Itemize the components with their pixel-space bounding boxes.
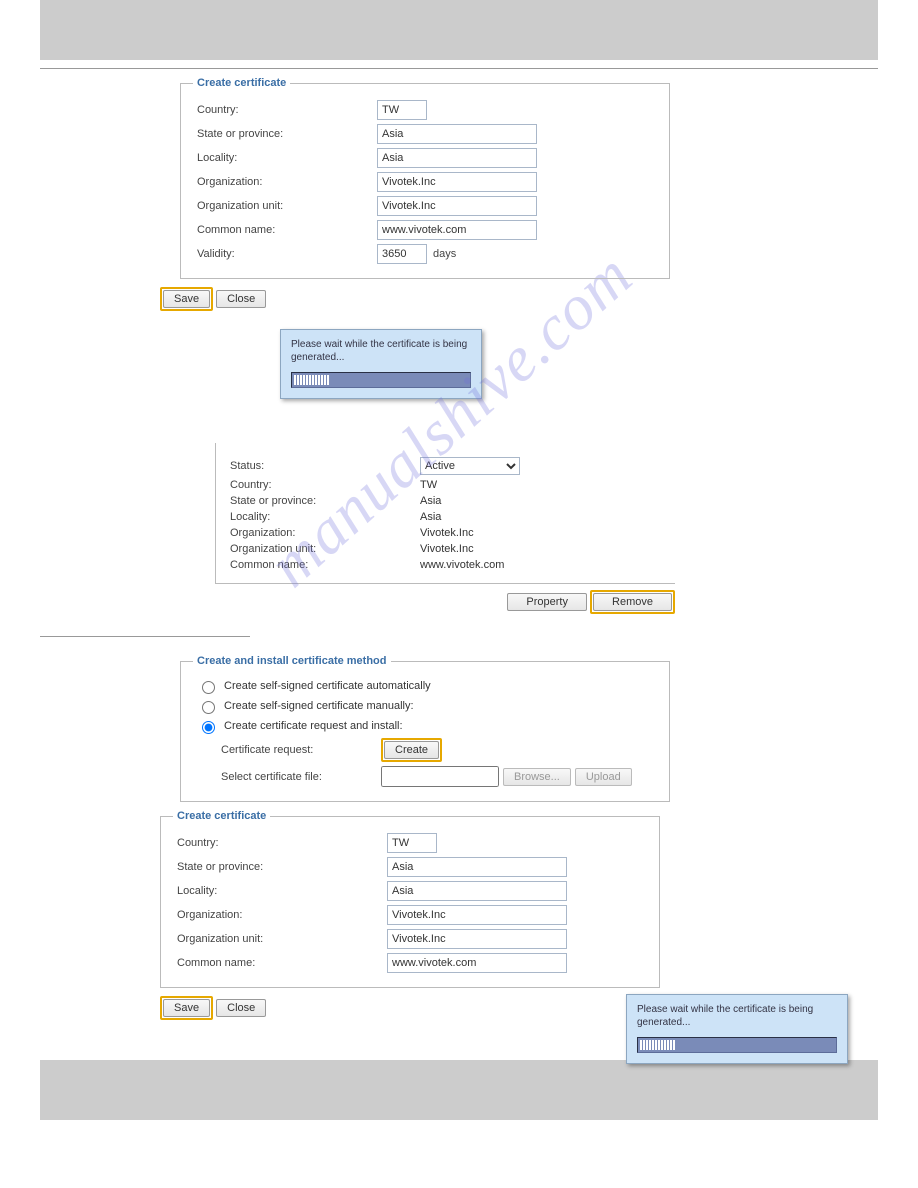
org-input[interactable] [387, 905, 567, 925]
radio-request[interactable]: Create certificate request and install: [197, 718, 653, 734]
radio-manual-label: Create self-signed certificate manually: [224, 700, 414, 712]
validity-input[interactable] [377, 244, 427, 264]
org-label: Organization: [177, 909, 387, 921]
wait-dialog: Please wait while the certificate is bei… [280, 329, 482, 399]
org-label: Organization: [197, 176, 377, 188]
cn-label: Common name: [197, 224, 377, 236]
create-highlight: Create [381, 738, 442, 762]
radio-request-label: Create certificate request and install: [224, 720, 403, 732]
create-button[interactable]: Create [384, 741, 439, 759]
cn-input[interactable] [377, 220, 537, 240]
orgunit-value: Vivotek.Inc [420, 543, 474, 555]
remove-button[interactable]: Remove [593, 593, 672, 611]
header-rule [40, 68, 878, 69]
file-path-input[interactable] [381, 766, 499, 787]
legend: Create certificate [193, 77, 290, 89]
footer-band [40, 1060, 878, 1120]
country-input[interactable] [377, 100, 427, 120]
section-rule [40, 636, 250, 637]
locality-label: Locality: [197, 152, 377, 164]
browse-button[interactable]: Browse... [503, 768, 571, 786]
save-button[interactable]: Save [163, 999, 210, 1017]
locality-label: Locality: [177, 885, 387, 897]
progress-bar [291, 372, 471, 388]
org-value: Vivotek.Inc [420, 527, 474, 539]
create-certificate-panel-2: Create certificate Country: State or pro… [160, 816, 660, 988]
locality-input[interactable] [377, 148, 537, 168]
radio-manual[interactable]: Create self-signed certificate manually: [197, 698, 653, 714]
property-button[interactable]: Property [507, 593, 587, 611]
locality-value: Asia [420, 511, 441, 523]
cn-label: Common name: [230, 559, 420, 571]
wait-dialog-2: Please wait while the certificate is bei… [626, 994, 848, 1064]
remove-highlight: Remove [590, 590, 675, 614]
header-band [40, 0, 878, 60]
state-input[interactable] [387, 857, 567, 877]
upload-button[interactable]: Upload [575, 768, 632, 786]
orgunit-label: Organization unit: [177, 933, 387, 945]
cn-label: Common name: [177, 957, 387, 969]
create-method-panel: Create and install certificate method Cr… [180, 661, 670, 802]
wait-message: Please wait while the certificate is bei… [637, 1003, 837, 1029]
validity-label: Validity: [197, 248, 377, 260]
country-label: Country: [230, 479, 420, 491]
status-select[interactable]: Active [420, 457, 520, 475]
status-label: Status: [230, 460, 420, 472]
org-label: Organization: [230, 527, 420, 539]
wait-message: Please wait while the certificate is bei… [291, 338, 471, 364]
state-label: State or province: [230, 495, 420, 507]
locality-input[interactable] [387, 881, 567, 901]
orgunit-label: Organization unit: [230, 543, 420, 555]
cn-value: www.vivotek.com [420, 559, 504, 571]
country-input[interactable] [387, 833, 437, 853]
state-label: State or province: [177, 861, 387, 873]
orgunit-input[interactable] [387, 929, 567, 949]
state-input[interactable] [377, 124, 537, 144]
selectfile-label: Select certificate file: [221, 771, 381, 783]
validity-unit: days [433, 248, 456, 260]
cn-input[interactable] [387, 953, 567, 973]
certificate-info-block: Status:Active Country:TW State or provin… [215, 443, 675, 584]
orgunit-label: Organization unit: [197, 200, 377, 212]
page-content: manualshive.com Create certificate Count… [40, 83, 878, 1060]
legend: Create and install certificate method [193, 655, 391, 667]
country-value: TW [420, 479, 437, 491]
orgunit-input[interactable] [377, 196, 537, 216]
create-certificate-panel-1: Create certificate Country: State or pro… [180, 83, 670, 279]
country-label: Country: [177, 837, 387, 849]
legend: Create certificate [173, 810, 270, 822]
radio-auto[interactable]: Create self-signed certificate automatic… [197, 678, 653, 694]
state-label: State or province: [197, 128, 377, 140]
save-highlight: Save [160, 287, 213, 311]
close-button[interactable]: Close [216, 999, 266, 1017]
locality-label: Locality: [230, 511, 420, 523]
save-button[interactable]: Save [163, 290, 210, 308]
progress-bar [637, 1037, 837, 1053]
save-highlight: Save [160, 996, 213, 1020]
close-button[interactable]: Close [216, 290, 266, 308]
radio-auto-label: Create self-signed certificate automatic… [224, 680, 431, 692]
state-value: Asia [420, 495, 441, 507]
org-input[interactable] [377, 172, 537, 192]
country-label: Country: [197, 104, 377, 116]
certreq-label: Certificate request: [221, 744, 381, 756]
